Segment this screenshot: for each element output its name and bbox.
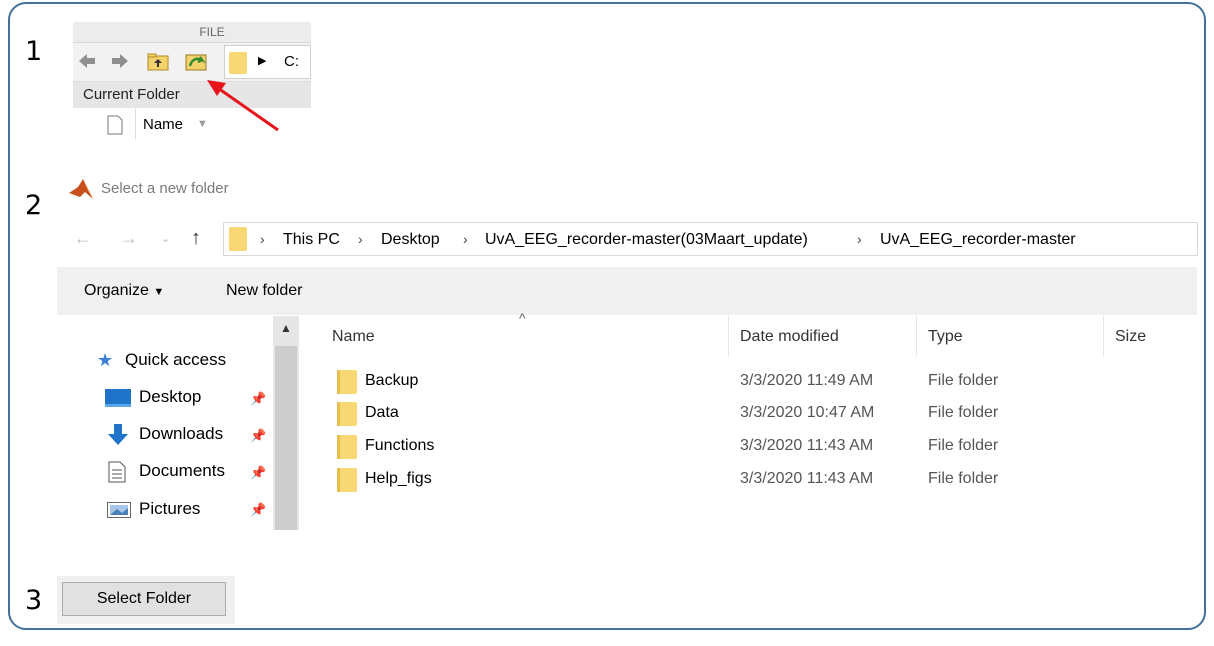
breadcrumb-desktop[interactable]: Desktop	[381, 231, 440, 249]
row-date: 3/3/2020 10:47 AM	[740, 404, 875, 421]
name-column-label: Name	[143, 116, 184, 133]
scroll-up-icon[interactable]: ▲	[280, 321, 292, 335]
row-name: Help_figs	[365, 470, 432, 487]
recent-locations-icon[interactable]: ⌄	[161, 232, 170, 245]
download-icon	[107, 424, 129, 451]
breadcrumb-current-folder[interactable]: UvA_EEG_recorder-master	[880, 231, 1076, 249]
back-arrow-icon[interactable]	[77, 51, 97, 76]
pin-icon[interactable]: 📌	[250, 428, 266, 444]
row-date: 3/3/2020 11:43 AM	[740, 437, 874, 454]
star-icon: ★	[97, 350, 114, 370]
organize-button[interactable]: Organize ▼	[84, 282, 164, 300]
table-row[interactable]: Help_figs 3/3/2020 11:43 AM File folder	[301, 464, 1197, 496]
nav-item-label: Pictures	[139, 499, 201, 518]
desktop-icon	[105, 389, 131, 412]
chevron-right-icon: ▶	[258, 55, 267, 67]
table-row[interactable]: Data 3/3/2020 10:47 AM File folder	[301, 398, 1197, 430]
navigation-pane: ★ Quick access Desktop 📌 Downloads 📌 Doc…	[57, 316, 301, 530]
column-divider	[135, 109, 136, 139]
breadcrumb-separator-icon: ›	[260, 231, 265, 247]
folder-icon	[337, 402, 357, 431]
row-type: File folder	[928, 437, 999, 454]
folder-icon	[229, 227, 247, 256]
pin-icon[interactable]: 📌	[250, 465, 266, 481]
row-name: Functions	[365, 437, 435, 454]
step-number-3: 3	[25, 585, 43, 616]
file-tab[interactable]: FILE	[73, 22, 311, 43]
command-bar: Organize ▼ New folder	[57, 267, 1197, 315]
breadcrumb-separator-icon: ›	[463, 231, 468, 247]
dialog-button-bar: Select Folder	[57, 576, 235, 624]
matlab-path-text: C:	[284, 53, 299, 70]
scrollbar-thumb[interactable]	[275, 346, 297, 530]
matlab-logo-icon	[68, 177, 94, 205]
breadcrumb-this-pc[interactable]: This PC	[283, 231, 340, 249]
pin-icon[interactable]: 📌	[250, 502, 266, 518]
table-row[interactable]: Backup 3/3/2020 11:49 AM File folder	[301, 366, 1197, 398]
column-divider	[916, 316, 917, 356]
breadcrumb-separator-icon: ›	[358, 231, 363, 247]
breadcrumb-separator-icon: ›	[857, 231, 862, 247]
column-header-name[interactable]: Name	[332, 328, 375, 346]
row-type: File folder	[928, 372, 999, 389]
folder-icon	[337, 435, 357, 464]
folder-icon	[337, 468, 357, 497]
nav-scrollbar[interactable]: ▲	[273, 316, 299, 530]
pictures-icon	[107, 502, 131, 523]
file-list: ^ Name Date modified Type Size Backup 3/…	[301, 310, 1197, 530]
forward-arrow-icon[interactable]: →	[120, 228, 138, 249]
back-arrow-icon[interactable]: ←	[74, 228, 92, 249]
column-header-size[interactable]: Size	[1115, 328, 1146, 346]
step-number-1: 1	[25, 36, 43, 67]
row-type: File folder	[928, 470, 999, 487]
nav-item-label: Desktop	[139, 387, 202, 406]
row-date: 3/3/2020 11:49 AM	[740, 372, 874, 389]
dialog-title-text: Select a new folder	[101, 180, 229, 197]
column-header-date[interactable]: Date modified	[740, 328, 839, 346]
chevron-down-icon: ▼	[153, 286, 165, 298]
column-divider	[1103, 316, 1104, 356]
step-number-2: 2	[25, 190, 43, 221]
column-header-type[interactable]: Type	[928, 328, 963, 346]
column-divider	[728, 316, 729, 356]
breadcrumb-parent-folder[interactable]: UvA_EEG_recorder-master(03Maart_update)	[485, 231, 808, 249]
nav-item-label: Documents	[139, 461, 225, 480]
forward-arrow-icon[interactable]	[110, 51, 130, 76]
up-one-level-icon[interactable]	[147, 52, 169, 77]
row-type: File folder	[928, 404, 999, 421]
row-name: Data	[365, 404, 399, 421]
nav-item-label: Quick access	[125, 350, 227, 369]
new-folder-button[interactable]: New folder	[226, 282, 302, 300]
row-date: 3/3/2020 11:43 AM	[740, 470, 874, 487]
file-icon	[107, 115, 123, 139]
annotation-arrow-icon	[207, 80, 279, 132]
navigation-bar: ← → ⌄ ↑ › This PC › Desktop › UvA_EEG_re…	[60, 220, 1198, 262]
sort-up-icon: ^	[519, 310, 526, 326]
row-name: Backup	[365, 372, 419, 389]
nav-item-label: Downloads	[139, 424, 224, 443]
pin-icon[interactable]: 📌	[250, 391, 266, 407]
address-bar[interactable]: › This PC › Desktop › UvA_EEG_recorder-m…	[223, 222, 1198, 256]
organize-label: Organize	[84, 282, 149, 299]
up-arrow-icon[interactable]: ↑	[191, 227, 201, 250]
folder-icon	[337, 370, 357, 399]
documents-icon	[108, 461, 126, 488]
table-row[interactable]: Functions 3/3/2020 11:43 AM File folder	[301, 431, 1197, 463]
select-folder-button[interactable]: Select Folder	[62, 582, 226, 616]
